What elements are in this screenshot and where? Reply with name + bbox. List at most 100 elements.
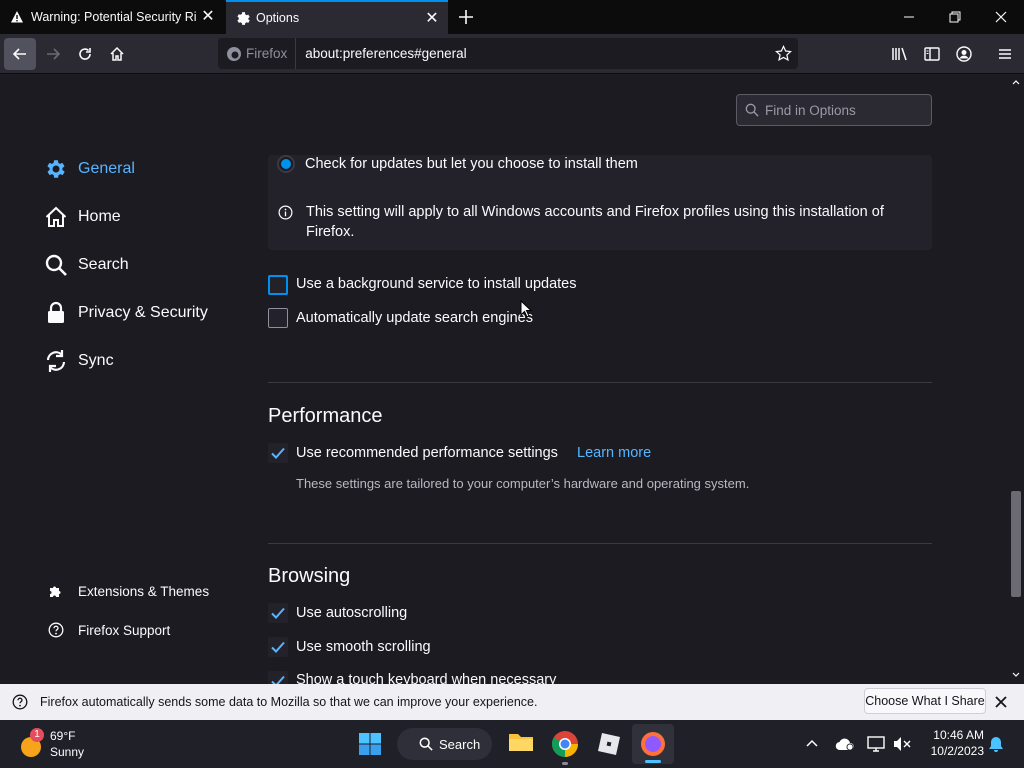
plus-icon [459,10,473,24]
checkbox-auto-update-search[interactable] [268,308,288,328]
chevron-up-icon[interactable] [806,739,818,747]
sync-icon [46,350,66,372]
clock-time: 10:46 AM [933,728,984,742]
firefox-taskbar-button[interactable] [632,724,674,764]
close-tab-icon[interactable]: ✕ [424,11,440,27]
touch-keyboard-label[interactable]: Show a touch keyboard when necessary [296,672,556,684]
search-icon [745,103,759,117]
smooth-scrolling-label[interactable]: Use smooth scrolling [296,639,431,655]
recommended-performance-label[interactable]: Use recommended performance settings [296,445,558,461]
app-menu-button[interactable] [989,38,1021,70]
forward-button[interactable] [37,38,69,70]
auto-update-search-label[interactable]: Automatically update search engines [296,310,533,326]
weather-widget[interactable]: 1 69°F Sunny [18,728,108,762]
notification-text: Firefox automatically sends some data to… [40,695,538,709]
clock-date: 10/2/2023 [930,744,984,758]
onedrive-icon[interactable] [835,737,855,751]
info-text-line1: This setting will apply to all Windows a… [306,204,884,220]
close-tab-icon[interactable]: ✕ [200,9,216,25]
identity-box[interactable]: Firefox [218,38,297,69]
gear-icon [235,10,251,29]
browsing-heading: Browsing [268,565,351,587]
minimize-icon [904,16,914,18]
start-button[interactable] [358,732,384,758]
reload-button[interactable] [69,38,101,70]
sidebar-item-label: Home [78,208,121,225]
sidebar-item-label: Extensions & Themes [78,583,210,599]
checkmark-icon [271,641,285,653]
bookmark-star-icon[interactable] [775,45,792,62]
sidebar-button[interactable] [916,38,948,70]
sidebar-item-search[interactable]: Search [44,250,129,280]
puzzle-icon [50,586,61,597]
tab-security-warning[interactable]: Warning: Potential Security Risk ✕ [0,0,224,34]
sidebar-item-home[interactable]: Home [44,202,121,232]
sidebar-item-privacy[interactable]: Privacy & Security [44,298,208,328]
background-service-label[interactable]: Use a background service to install upda… [296,276,577,292]
radio-selected-dot [281,159,291,169]
preferences-content: Find in Options General Home Search Priv… [0,75,1008,684]
tab-strip: Warning: Potential Security Risk ✕ Optio… [0,0,1024,34]
display-icon[interactable] [867,736,885,752]
hamburger-menu-icon [999,49,1011,59]
back-button[interactable] [4,38,36,70]
help-icon [12,694,28,710]
content-scrollbar[interactable] [1008,75,1024,684]
url-bar[interactable]: Firefox about:preferences#general [218,38,798,69]
file-explorer-button[interactable] [507,730,537,758]
sidebar-item-label: Firefox Support [78,622,171,638]
clock[interactable]: 10:46 AM 10/2/2023 [918,727,984,759]
info-text-line2: Firefox. [306,224,355,240]
checkbox-autoscrolling[interactable] [268,603,288,623]
checkbox-touch-keyboard[interactable] [268,671,288,684]
checkmark-icon [271,447,285,459]
section-divider [268,543,932,544]
library-icon [892,47,907,61]
radio-check-updates-label[interactable]: Check for updates but let you choose to … [305,156,638,172]
windows-logo-icon [359,733,381,755]
scroll-down-arrow-icon[interactable] [1012,672,1020,678]
chrome-button[interactable] [551,730,581,765]
minimize-button[interactable] [886,0,932,34]
tab-options[interactable]: Options ✕ [226,0,448,34]
restore-button[interactable] [932,0,978,34]
account-button[interactable] [948,38,980,70]
home-icon [110,46,124,61]
sidebar-item-general[interactable]: General [44,154,135,184]
scrollbar-thumb[interactable] [1011,491,1021,597]
checkbox-background-service[interactable] [268,275,288,295]
find-in-options-field[interactable]: Find in Options [736,94,932,126]
roblox-button[interactable] [596,731,624,759]
taskbar-search-label: Search [439,736,481,752]
search-icon [45,254,67,276]
new-tab-button[interactable] [452,4,480,30]
learn-more-link[interactable]: Learn more [577,445,651,461]
autoscrolling-label[interactable]: Use autoscrolling [296,605,407,621]
scroll-up-arrow-icon[interactable] [1012,79,1020,85]
performance-heading: Performance [268,405,383,427]
roblox-icon [598,733,620,755]
close-window-button[interactable] [978,0,1024,34]
radio-check-updates[interactable] [277,155,295,173]
tab-title: Warning: Potential Security Risk [31,10,196,24]
folder-icon [509,734,533,751]
notification-bell-icon[interactable] [988,736,1004,753]
sidebar-item-sync[interactable]: Sync [44,346,114,376]
back-arrow-icon [12,48,26,60]
checkbox-smooth-scrolling[interactable] [268,637,288,657]
choose-what-i-share-button[interactable]: Choose What I Share [864,688,986,714]
speaker-muted-icon[interactable] [893,736,911,752]
url-text[interactable]: about:preferences#general [296,46,466,61]
close-notification-icon[interactable] [995,696,1007,708]
taskbar-search-button[interactable]: Search [397,728,492,760]
active-indicator [645,760,661,763]
sidebar-extensions-themes[interactable]: Extensions & Themes [48,579,209,603]
close-icon [995,11,1007,23]
sidebar-firefox-support[interactable]: Firefox Support [48,618,170,642]
firefox-icon [641,732,665,756]
library-button[interactable] [884,38,916,70]
warning-icon [10,10,24,27]
gear-icon [47,160,65,178]
home-button[interactable] [101,38,133,70]
checkbox-recommended-performance[interactable] [268,443,288,463]
